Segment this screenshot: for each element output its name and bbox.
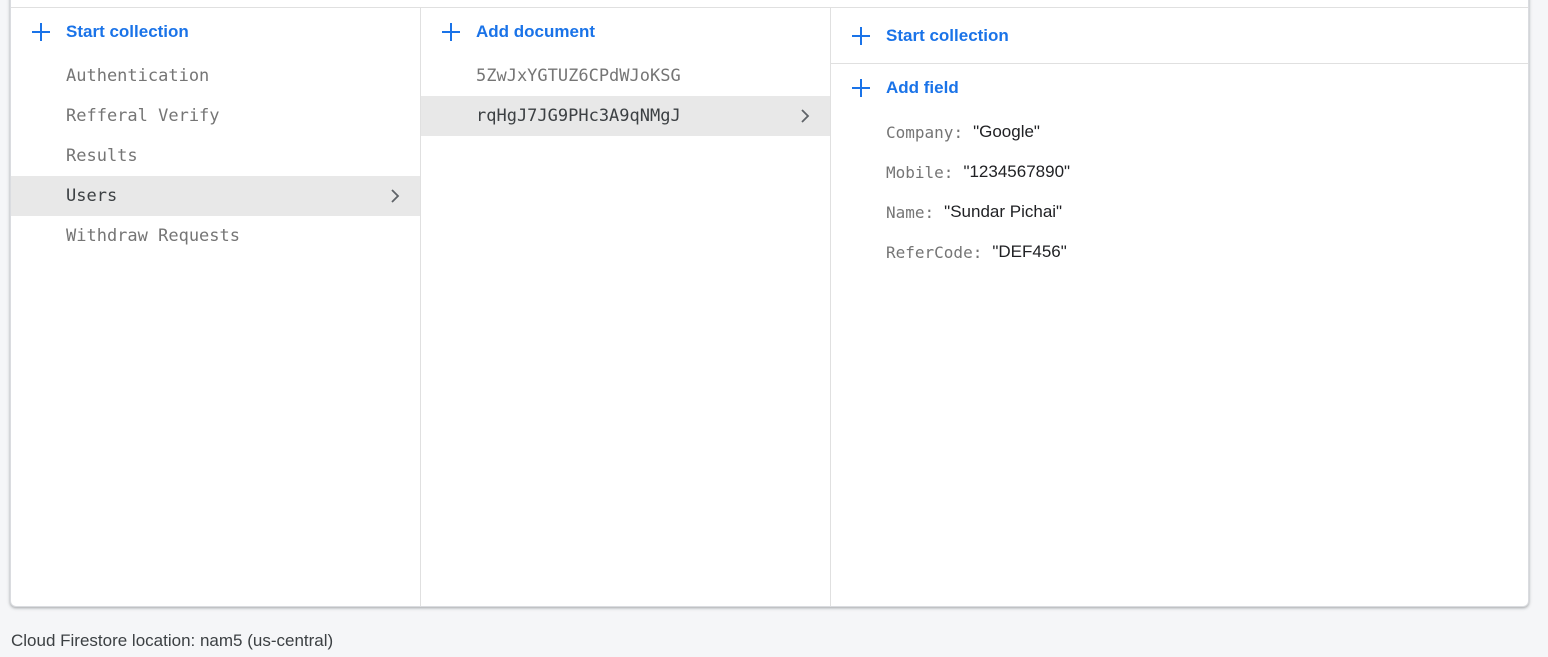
collections-list: Authentication Refferal Verify Results U… xyxy=(11,56,420,256)
collections-column: Start collection Authentication Refferal… xyxy=(11,8,421,606)
field-colon: : xyxy=(972,242,983,262)
start-subcollection-button[interactable]: Start collection xyxy=(831,8,1528,64)
documents-column: Add document 5ZwJxYGTUZ6CPdWJoKSG rqHgJ7… xyxy=(421,8,831,606)
field-value: "Sundar Pichai" xyxy=(944,202,1063,221)
field-key: Mobile xyxy=(886,162,944,182)
field-row-mobile[interactable]: Mobile: "1234567890" xyxy=(886,152,1528,192)
start-subcollection-label: Start collection xyxy=(886,25,1009,45)
chevron-right-icon xyxy=(801,109,810,123)
start-collection-button[interactable]: Start collection xyxy=(11,8,420,56)
field-list: Company: "Google" Mobile: "1234567890" N… xyxy=(831,112,1528,272)
collection-item-refferal-verify[interactable]: Refferal Verify xyxy=(11,96,420,136)
collection-item-authentication[interactable]: Authentication xyxy=(11,56,420,96)
chevron-right-icon xyxy=(391,189,400,203)
plus-icon xyxy=(851,78,871,98)
field-row-refercode[interactable]: ReferCode: "DEF456" xyxy=(886,232,1528,272)
collection-item-label: Withdraw Requests xyxy=(66,226,240,246)
field-colon: : xyxy=(924,202,935,222)
field-key: Company xyxy=(886,122,954,142)
document-item-selected[interactable]: rqHgJ7JG9PHc3A9qNMgJ xyxy=(421,96,830,136)
documents-list: 5ZwJxYGTUZ6CPdWJoKSG rqHgJ7JG9PHc3A9qNMg… xyxy=(421,56,830,136)
collection-item-label: Results xyxy=(66,146,138,166)
start-collection-label: Start collection xyxy=(66,22,189,41)
field-row-name[interactable]: Name: "Sundar Pichai" xyxy=(886,192,1528,232)
add-document-label: Add document xyxy=(476,22,595,41)
collection-item-label: Refferal Verify xyxy=(66,106,220,126)
document-id-label: rqHgJ7JG9PHc3A9qNMgJ xyxy=(476,106,681,126)
firestore-data-panel: Start collection Authentication Refferal… xyxy=(10,0,1529,607)
add-field-label: Add field xyxy=(886,78,959,97)
database-location-text: Cloud Firestore location: nam5 (us-centr… xyxy=(11,631,334,650)
collection-item-users[interactable]: Users xyxy=(11,176,420,216)
field-value: "Google" xyxy=(973,122,1040,141)
document-id-label: 5ZwJxYGTUZ6CPdWJoKSG xyxy=(476,66,681,86)
field-key: Name xyxy=(886,202,925,222)
plus-icon xyxy=(851,26,871,46)
field-colon: : xyxy=(943,162,954,182)
field-key: ReferCode xyxy=(886,242,973,262)
field-row-company[interactable]: Company: "Google" xyxy=(886,112,1528,152)
collection-item-label: Users xyxy=(66,186,118,206)
collection-item-withdraw-requests[interactable]: Withdraw Requests xyxy=(11,216,420,256)
field-value: "1234567890" xyxy=(963,162,1071,181)
document-detail-column: Start collection Add field Company: "Goo… xyxy=(831,8,1528,606)
plus-icon xyxy=(31,22,51,42)
add-field-button[interactable]: Add field xyxy=(831,64,1528,112)
document-item[interactable]: 5ZwJxYGTUZ6CPdWJoKSG xyxy=(421,56,830,96)
field-value: "DEF456" xyxy=(992,242,1067,261)
add-document-button[interactable]: Add document xyxy=(421,8,830,56)
collection-item-label: Authentication xyxy=(66,66,210,86)
field-colon: : xyxy=(953,122,964,142)
collection-item-results[interactable]: Results xyxy=(11,136,420,176)
plus-icon xyxy=(441,22,461,42)
